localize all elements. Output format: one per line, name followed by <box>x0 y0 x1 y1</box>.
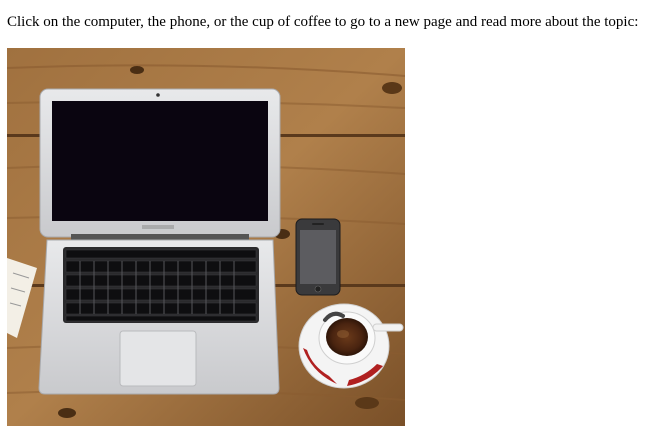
laptop-icon[interactable] <box>38 88 281 395</box>
intro-text: Click on the computer, the phone, or the… <box>7 14 639 30</box>
smartphone-icon[interactable] <box>295 218 341 296</box>
workspace-image-map <box>7 48 405 426</box>
